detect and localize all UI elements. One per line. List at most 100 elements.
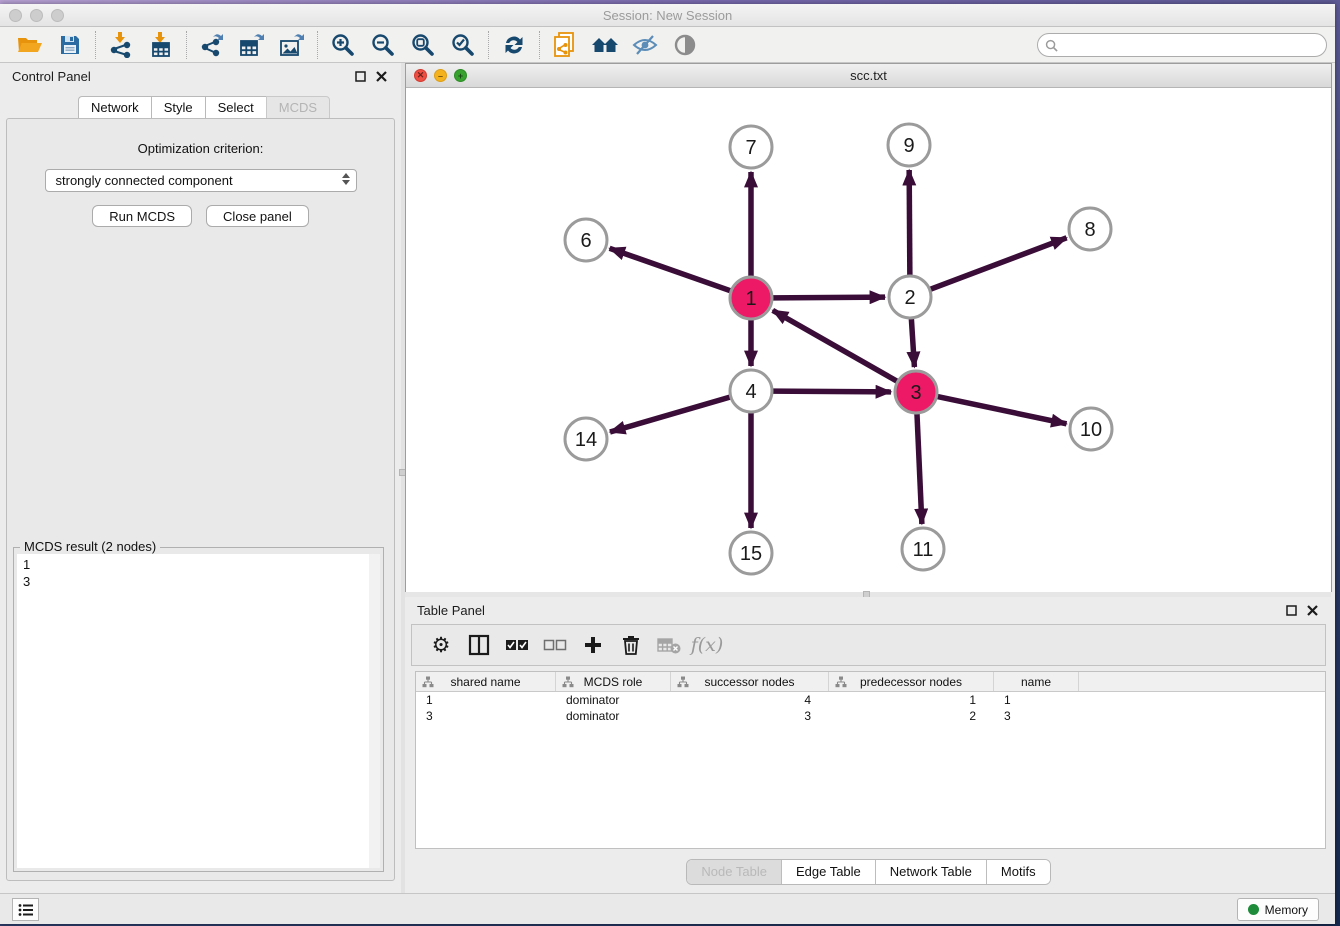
cell-MCDS-role[interactable]: dominator bbox=[556, 692, 671, 708]
duplicate-network-icon[interactable] bbox=[545, 29, 585, 61]
mcds-result-list[interactable]: 13 bbox=[17, 554, 380, 868]
tab-node-table[interactable]: Node Table bbox=[687, 860, 782, 884]
create-column-icon[interactable] bbox=[576, 628, 610, 662]
select-stepper-icon bbox=[342, 173, 350, 185]
refresh-icon[interactable] bbox=[494, 29, 534, 61]
network-overview-icon[interactable] bbox=[585, 29, 625, 61]
node-10[interactable]: 10 bbox=[1070, 408, 1112, 450]
result-scrollbar[interactable] bbox=[369, 554, 380, 868]
cell-shared-name[interactable]: 3 bbox=[416, 708, 556, 724]
deselect-all-columns-icon[interactable] bbox=[538, 628, 572, 662]
edge-1-2[interactable] bbox=[773, 297, 885, 298]
tab-motifs[interactable]: Motifs bbox=[987, 860, 1050, 884]
task-list-icon bbox=[18, 903, 34, 917]
search-field[interactable] bbox=[1037, 33, 1327, 57]
zoom-in-icon[interactable] bbox=[323, 29, 363, 61]
table-header-row: shared nameMCDS rolesuccessor nodes prede… bbox=[416, 672, 1325, 692]
network-window-titlebar[interactable]: ✕ – + scc.txt bbox=[406, 64, 1331, 88]
tab-mcds[interactable]: MCDS bbox=[266, 96, 330, 120]
table-toolbar: ⚙ f(x) bbox=[411, 624, 1326, 666]
export-network-icon[interactable] bbox=[192, 29, 232, 61]
table-settings-icon[interactable]: ⚙ bbox=[424, 628, 458, 662]
tab-style[interactable]: Style bbox=[151, 96, 205, 120]
node-15[interactable]: 15 bbox=[730, 532, 772, 574]
node-1-dominator[interactable]: 1 bbox=[730, 277, 772, 319]
table-row[interactable]: 3dominator323 bbox=[416, 708, 1325, 724]
edge-2-3[interactable] bbox=[911, 319, 914, 367]
zoom-selected-icon[interactable] bbox=[443, 29, 483, 61]
export-image-icon[interactable] bbox=[272, 29, 312, 61]
select-all-columns-icon[interactable] bbox=[500, 628, 534, 662]
node-7[interactable]: 7 bbox=[730, 126, 772, 168]
float-panel-icon[interactable] bbox=[355, 71, 366, 82]
tab-network[interactable]: Network bbox=[78, 96, 151, 120]
cell-predecessor-nodes[interactable]: 2 bbox=[829, 708, 994, 724]
table-body: 1dominator4113dominator323 bbox=[416, 692, 1325, 724]
cell-shared-name[interactable]: 1 bbox=[416, 692, 556, 708]
node-8[interactable]: 8 bbox=[1069, 208, 1111, 250]
import-table-icon[interactable] bbox=[141, 29, 181, 61]
edge-3-10[interactable] bbox=[938, 397, 1067, 424]
edge-2-8[interactable] bbox=[931, 238, 1067, 289]
tab-network-table[interactable]: Network Table bbox=[876, 860, 987, 884]
node-6[interactable]: 6 bbox=[565, 219, 607, 261]
delete-column-icon[interactable] bbox=[614, 628, 648, 662]
show-panels-icon[interactable] bbox=[665, 29, 705, 61]
node-2[interactable]: 2 bbox=[889, 276, 931, 318]
close-panel-icon[interactable] bbox=[1307, 605, 1318, 616]
search-input[interactable] bbox=[1063, 38, 1326, 52]
cell-successor-nodes[interactable]: 4 bbox=[671, 692, 829, 708]
node-4[interactable]: 4 bbox=[730, 370, 772, 412]
cell-name[interactable]: 1 bbox=[994, 692, 1079, 708]
tab-select[interactable]: Select bbox=[205, 96, 266, 120]
export-table-icon[interactable] bbox=[232, 29, 272, 61]
control-panel-tabs: NetworkStyleSelectMCDS bbox=[78, 96, 330, 120]
network-graph[interactable]: 1 2 3 4 6 7 8 9 10 11 14 15 bbox=[406, 89, 1331, 592]
svg-text:14: 14 bbox=[575, 429, 597, 451]
import-network-icon[interactable] bbox=[101, 29, 141, 61]
cell-predecessor-nodes[interactable]: 1 bbox=[829, 692, 994, 708]
float-panel-icon[interactable] bbox=[1286, 605, 1297, 616]
column-header-name[interactable]: name bbox=[994, 672, 1079, 691]
cell-name[interactable]: 3 bbox=[994, 708, 1079, 724]
mcds-result-line: 3 bbox=[23, 573, 380, 590]
cell-successor-nodes[interactable]: 3 bbox=[671, 708, 829, 724]
column-header-shared-name[interactable]: shared name bbox=[416, 672, 556, 691]
edge-2-9[interactable] bbox=[909, 170, 910, 275]
run-mcds-button[interactable]: Run MCDS bbox=[92, 205, 192, 227]
status-bar: Memory bbox=[0, 893, 1335, 924]
zoom-fit-icon[interactable] bbox=[403, 29, 443, 61]
edge-4-14[interactable] bbox=[610, 397, 730, 432]
network-canvas[interactable]: 1 2 3 4 6 7 8 9 10 11 14 15 bbox=[406, 89, 1331, 592]
svg-text:3: 3 bbox=[910, 382, 921, 404]
toolbar-separator bbox=[488, 31, 489, 59]
table-row[interactable]: 1dominator411 bbox=[416, 692, 1325, 708]
node-table[interactable]: shared nameMCDS rolesuccessor nodes prede… bbox=[415, 671, 1326, 849]
node-9[interactable]: 9 bbox=[888, 124, 930, 166]
edge-4-3[interactable] bbox=[773, 391, 891, 392]
close-panel-icon[interactable] bbox=[376, 71, 387, 82]
node-14[interactable]: 14 bbox=[565, 418, 607, 460]
zoom-out-icon[interactable] bbox=[363, 29, 403, 61]
optimization-criterion-select[interactable]: strongly connected component bbox=[45, 169, 357, 192]
column-header-MCDS-role[interactable]: MCDS role bbox=[556, 672, 671, 691]
edge-1-6[interactable] bbox=[610, 248, 731, 290]
open-file-icon[interactable] bbox=[10, 29, 50, 61]
save-session-icon[interactable] bbox=[50, 29, 90, 61]
column-label: predecessor nodes bbox=[860, 675, 962, 689]
column-header-successor-nodes[interactable]: successor nodes bbox=[671, 672, 829, 691]
show-columns-icon[interactable] bbox=[462, 628, 496, 662]
node-11[interactable]: 11 bbox=[902, 528, 944, 570]
column-header-predecessor-nodes[interactable]: predecessor nodes bbox=[829, 672, 994, 691]
memory-button[interactable]: Memory bbox=[1237, 898, 1319, 921]
hide-panels-icon[interactable] bbox=[625, 29, 665, 61]
cell-MCDS-role[interactable]: dominator bbox=[556, 708, 671, 724]
control-panel: Control Panel NetworkStyleSelectMCDS Opt… bbox=[0, 63, 401, 893]
edge-3-1[interactable] bbox=[773, 310, 897, 381]
close-panel-button[interactable]: Close panel bbox=[206, 205, 309, 227]
edge-3-11[interactable] bbox=[917, 414, 922, 524]
tab-edge-table[interactable]: Edge Table bbox=[782, 860, 876, 884]
task-history-button[interactable] bbox=[12, 898, 39, 921]
node-3-dominator[interactable]: 3 bbox=[895, 371, 937, 413]
function-builder-icon-disabled: f(x) bbox=[690, 628, 724, 662]
